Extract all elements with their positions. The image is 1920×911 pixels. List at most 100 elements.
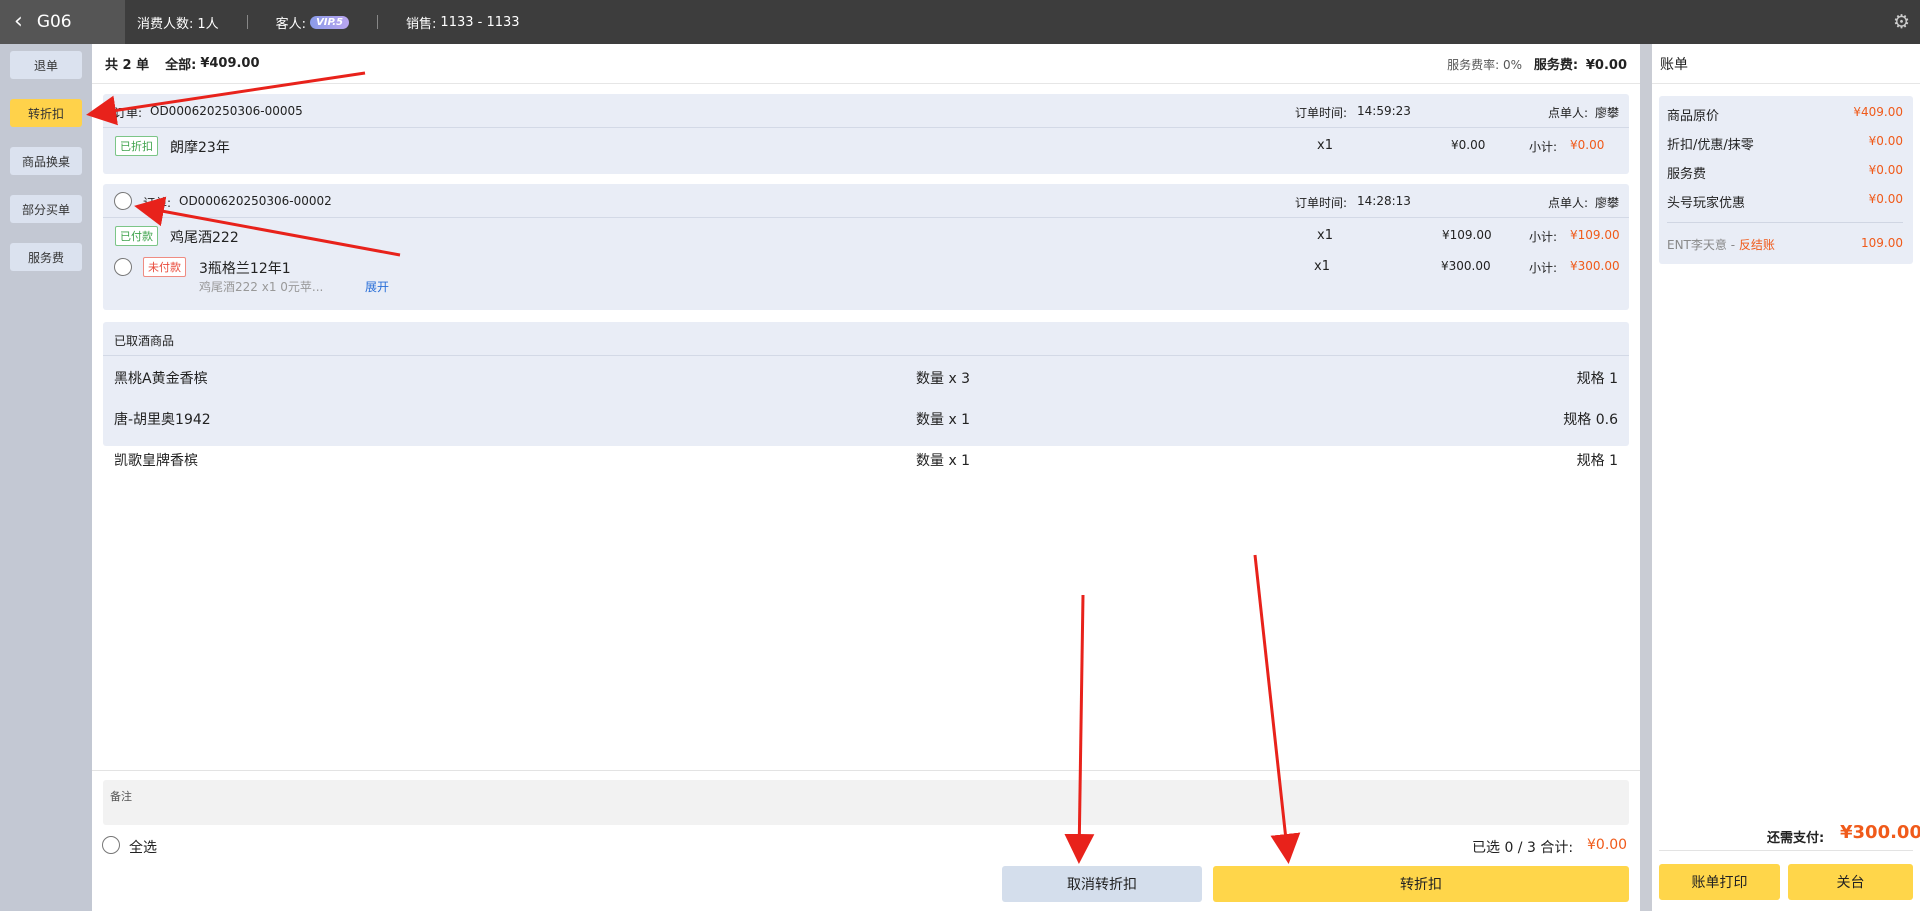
order-time: 14:59:23 bbox=[1357, 104, 1411, 118]
amount-due-label: 还需支付: bbox=[1767, 831, 1825, 846]
order-label: 订单: bbox=[143, 196, 172, 210]
retrieved-items-header: 已取酒商品 bbox=[103, 322, 1629, 356]
sidebar-item-service-fee[interactable]: 服务费 bbox=[10, 243, 82, 271]
guests-value: 1人 bbox=[197, 16, 219, 32]
item-price: ¥300.00 bbox=[1441, 259, 1491, 273]
total-value: ¥409.00 bbox=[200, 56, 260, 71]
bill-divider bbox=[1667, 222, 1903, 223]
bill-row-label: 头号玩家优惠 bbox=[1667, 196, 1746, 211]
item-name: 3瓶格兰12年1 bbox=[199, 261, 291, 277]
sales-value: 1133 - 1133 bbox=[440, 14, 520, 30]
service-fee-label: 服务费: bbox=[1533, 58, 1579, 73]
gear-icon[interactable]: ⚙ bbox=[1893, 11, 1910, 33]
staff-name: 廖攀 bbox=[1595, 106, 1620, 120]
status-badge: 已折扣 bbox=[115, 136, 158, 156]
room-name: G06 bbox=[36, 12, 72, 32]
retrieved-item-row: 黑桃A黄金香槟 数量 x 3 规格 1 bbox=[103, 356, 1629, 397]
cancel-transfer-discount-button[interactable]: 取消转折扣 bbox=[1002, 866, 1202, 902]
transfer-discount-button[interactable]: 转折扣 bbox=[1213, 866, 1629, 902]
order-card: 订单: OD000620250306-00005 订单时间: 14:59:23 … bbox=[103, 94, 1629, 174]
retrieved-item-qty: 数量 x 1 bbox=[916, 412, 971, 428]
selected-total: ¥0.00 bbox=[1587, 837, 1628, 853]
bill-row: 商品原价 ¥409.00 bbox=[1667, 105, 1903, 124]
bill-row-label: 折扣/优惠/抹零 bbox=[1667, 138, 1754, 153]
print-bill-button[interactable]: 账单打印 bbox=[1659, 864, 1780, 900]
item-qty: x1 bbox=[1317, 138, 1333, 153]
divider bbox=[377, 15, 379, 29]
service-summary: 服务费率: 0% 服务费: ¥0.00 bbox=[1447, 54, 1627, 73]
bill-row: 头号玩家优惠 ¥0.00 bbox=[1667, 192, 1903, 211]
item-qty: x1 bbox=[1317, 228, 1333, 243]
order-main-panel: 共 2 单 全部: ¥409.00 服务费率: 0% 服务费: ¥0.00 订单… bbox=[92, 44, 1640, 911]
sidebar-item-change-table[interactable]: 商品换桌 bbox=[10, 147, 82, 175]
item-price: ¥109.00 bbox=[1442, 228, 1492, 242]
sidebar-item-partial-pay[interactable]: 部分买单 bbox=[10, 195, 82, 223]
subtotal-value: ¥109.00 bbox=[1570, 228, 1620, 242]
amount-due-value: ¥300.00 bbox=[1840, 822, 1920, 843]
sidebar-item-transfer-discount[interactable]: 转折扣 bbox=[10, 99, 82, 127]
retrieved-item-spec: 规格 0.6 bbox=[1563, 412, 1618, 428]
retrieved-item-qty: 数量 x 3 bbox=[916, 371, 971, 387]
retrieved-item-name: 凯歌皇牌香槟 bbox=[114, 453, 198, 469]
order-item-row: 已付款 鸡尾酒222 x1 ¥109.00 小计: ¥109.00 bbox=[103, 224, 1629, 255]
expand-link[interactable]: 展开 bbox=[365, 278, 389, 295]
item-name: 鸡尾酒222 bbox=[170, 230, 239, 246]
bill-row-value: ¥409.00 bbox=[1853, 105, 1903, 119]
staff-label: 点单人: bbox=[1548, 106, 1589, 120]
close-table-button[interactable]: 关台 bbox=[1788, 864, 1913, 900]
sales-label: 销售: bbox=[406, 16, 437, 32]
retrieved-item-row: 凯歌皇牌香槟 数量 x 1 规格 1 bbox=[103, 438, 1629, 469]
staff-name: 廖攀 bbox=[1595, 196, 1620, 210]
order-number: OD000620250306-00005 bbox=[150, 104, 303, 118]
action-sidebar: 退单 转折扣 商品换桌 部分买单 服务费 bbox=[0, 44, 92, 911]
bill-details: 商品原价 ¥409.00 折扣/优惠/抹零 ¥0.00 服务费 ¥0.00 头号… bbox=[1659, 96, 1913, 264]
selected-summary: 已选 0 / 3 合计: bbox=[1472, 840, 1574, 856]
order-count: 共 2 单 bbox=[105, 58, 150, 73]
order-summary-bar: 共 2 单 全部: ¥409.00 服务费率: 0% 服务费: ¥0.00 bbox=[92, 44, 1640, 84]
status-badge: 已付款 bbox=[115, 226, 158, 246]
retrieved-item-name: 唐-胡里奥1942 bbox=[114, 412, 211, 428]
retrieved-item-spec: 规格 1 bbox=[1576, 453, 1618, 469]
bill-row-value: ¥0.00 bbox=[1868, 134, 1903, 148]
order-number: OD000620250306-00002 bbox=[179, 194, 332, 208]
order-time-label: 订单时间: bbox=[1295, 196, 1348, 210]
subtotal-label: 小计: bbox=[1529, 140, 1558, 154]
vip-badge: VIP.5 bbox=[310, 15, 350, 29]
divider bbox=[246, 15, 248, 29]
service-rate-value: 0% bbox=[1502, 58, 1523, 72]
total-label: 全部: bbox=[165, 58, 197, 73]
item-sub-detail: 鸡尾酒222 x1 0元苹... bbox=[199, 280, 324, 294]
order-select-radio[interactable] bbox=[114, 192, 132, 210]
notes-label: 备注 bbox=[110, 790, 132, 803]
customer-label: 客人: bbox=[275, 16, 307, 32]
bill-row-label: 服务费 bbox=[1667, 167, 1707, 182]
status-badge: 未付款 bbox=[143, 257, 186, 277]
item-select-radio[interactable] bbox=[114, 258, 132, 276]
item-qty: x1 bbox=[1314, 259, 1330, 274]
top-bar: ‹ G06 消费人数: 1人 客人: VIP.5 销售: 1133 - 1133… bbox=[0, 0, 1920, 44]
back-button[interactable]: ‹ G06 bbox=[0, 0, 125, 44]
bill-panel: 账单 商品原价 ¥409.00 折扣/优惠/抹零 ¥0.00 服务费 ¥0.00… bbox=[1652, 44, 1920, 911]
account-row: ENT李天意 - 反结账 109.00 bbox=[1667, 236, 1903, 253]
item-price: ¥0.00 bbox=[1451, 138, 1486, 152]
guests-label: 消费人数: bbox=[137, 16, 194, 32]
retrieved-item-qty: 数量 x 1 bbox=[916, 453, 971, 469]
bill-row-value: ¥0.00 bbox=[1868, 163, 1903, 177]
bill-row-label: 商品原价 bbox=[1667, 109, 1720, 124]
order-time: 14:28:13 bbox=[1357, 194, 1411, 208]
select-all-label[interactable]: 全选 bbox=[129, 837, 157, 857]
account-name: ENT李天意 - bbox=[1667, 238, 1739, 252]
session-info: 消费人数: 1人 客人: VIP.5 销售: 1133 - 1133 bbox=[137, 13, 520, 32]
reverse-checkout-link[interactable]: 反结账 bbox=[1739, 238, 1775, 252]
item-name: 朗摩23年 bbox=[170, 140, 230, 156]
select-all-radio[interactable] bbox=[102, 836, 120, 854]
subtotal-label: 小计: bbox=[1529, 261, 1558, 275]
retrieved-items-card: 已取酒商品 黑桃A黄金香槟 数量 x 3 规格 1 唐-胡里奥1942 数量 x… bbox=[103, 322, 1629, 469]
notes-field[interactable]: 备注 bbox=[103, 780, 1629, 825]
retrieved-items-title: 已取酒商品 bbox=[114, 334, 175, 348]
sidebar-item-refund[interactable]: 退单 bbox=[10, 51, 82, 79]
subtotal-label: 小计: bbox=[1529, 230, 1558, 244]
chevron-left-icon: ‹ bbox=[14, 9, 23, 34]
bill-row: 折扣/优惠/抹零 ¥0.00 bbox=[1667, 134, 1903, 153]
bill-title: 账单 bbox=[1652, 44, 1920, 84]
